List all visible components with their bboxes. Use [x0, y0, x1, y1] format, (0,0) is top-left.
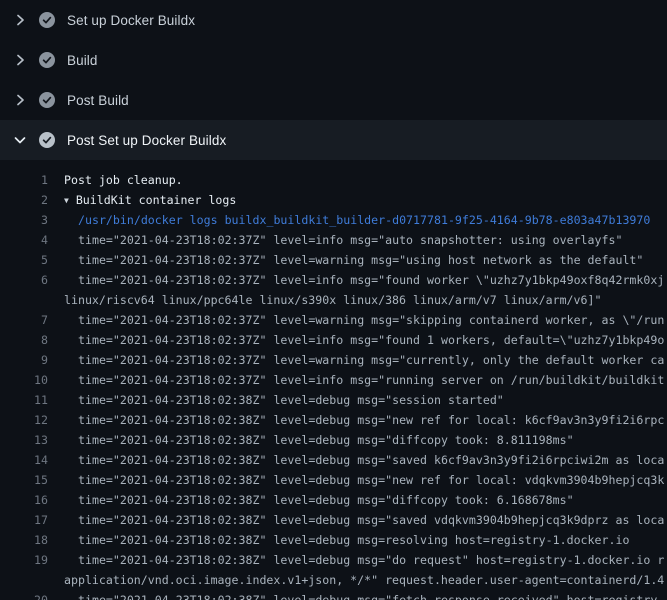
log-lines: 1Post job cleanup.2▼BuildKit container l…: [0, 160, 667, 600]
chevron-right-icon[interactable]: [12, 92, 28, 108]
log-line: 12time="2021-04-23T18:02:38Z" level=debu…: [0, 410, 667, 430]
line-number[interactable]: 15: [0, 470, 48, 490]
check-circle-icon: [39, 92, 55, 108]
line-number[interactable]: 10: [0, 370, 48, 390]
step-label: Post Build: [67, 93, 129, 108]
log-line: 11time="2021-04-23T18:02:38Z" level=debu…: [0, 390, 667, 410]
log-text: time="2021-04-23T18:02:38Z" level=debug …: [48, 410, 667, 430]
log-line: 3/usr/bin/docker logs buildx_buildkit_bu…: [0, 210, 667, 230]
chevron-down-icon[interactable]: [12, 132, 28, 148]
log-text: application/vnd.oci.image.index.v1+json,…: [48, 570, 667, 590]
log-line: 17time="2021-04-23T18:02:38Z" level=debu…: [0, 510, 667, 530]
log-line: 20time="2021-04-23T18:02:38Z" level=debu…: [0, 590, 667, 600]
step-row-post-build[interactable]: Post Build: [0, 80, 667, 120]
log-line: 8time="2021-04-23T18:02:37Z" level=info …: [0, 330, 667, 350]
line-number[interactable]: 13: [0, 430, 48, 450]
log-line: application/vnd.oci.image.index.v1+json,…: [0, 570, 667, 590]
log-line: 2▼BuildKit container logs: [0, 190, 667, 210]
log-text: ▼BuildKit container logs: [48, 190, 667, 210]
log-text: time="2021-04-23T18:02:38Z" level=debug …: [48, 550, 667, 570]
line-number[interactable]: 5: [0, 250, 48, 270]
log-text: time="2021-04-23T18:02:37Z" level=info m…: [48, 370, 667, 390]
log-text: time="2021-04-23T18:02:37Z" level=info m…: [48, 230, 667, 250]
log-text: time="2021-04-23T18:02:38Z" level=debug …: [48, 450, 667, 470]
log-line: 1Post job cleanup.: [0, 170, 667, 190]
log-text: time="2021-04-23T18:02:37Z" level=info m…: [48, 330, 667, 350]
log-line: 14time="2021-04-23T18:02:38Z" level=debu…: [0, 450, 667, 470]
step-label: Set up Docker Buildx: [67, 13, 195, 28]
log-text: linux/riscv64 linux/ppc64le linux/s390x …: [48, 290, 667, 310]
log-line: 9time="2021-04-23T18:02:37Z" level=warni…: [0, 350, 667, 370]
log-text: time="2021-04-23T18:02:37Z" level=warnin…: [48, 350, 667, 370]
line-number[interactable]: 6: [0, 270, 48, 290]
log-line: 16time="2021-04-23T18:02:38Z" level=debu…: [0, 490, 667, 510]
check-circle-icon: [39, 52, 55, 68]
check-circle-icon: [39, 132, 55, 148]
line-number[interactable]: 14: [0, 450, 48, 470]
line-number[interactable]: 20: [0, 590, 48, 600]
log-text: time="2021-04-23T18:02:37Z" level=warnin…: [48, 250, 667, 270]
command-text: /usr/bin/docker logs buildx_buildkit_bui…: [48, 210, 667, 230]
step-label: Post Set up Docker Buildx: [67, 133, 226, 148]
log-line: 18time="2021-04-23T18:02:38Z" level=debu…: [0, 530, 667, 550]
log-line: 13time="2021-04-23T18:02:38Z" level=debu…: [0, 430, 667, 450]
line-number[interactable]: 8: [0, 330, 48, 350]
log-text: time="2021-04-23T18:02:38Z" level=debug …: [48, 490, 667, 510]
log-text: time="2021-04-23T18:02:38Z" level=debug …: [48, 510, 667, 530]
chevron-right-icon[interactable]: [12, 52, 28, 68]
check-circle-icon: [39, 12, 55, 28]
line-number[interactable]: 19: [0, 550, 48, 570]
log-line: 5time="2021-04-23T18:02:37Z" level=warni…: [0, 250, 667, 270]
line-number[interactable]: 17: [0, 510, 48, 530]
step-row-post-set-up-docker-buildx[interactable]: Post Set up Docker Buildx: [0, 120, 667, 160]
line-number[interactable]: 4: [0, 230, 48, 250]
line-number[interactable]: 1: [0, 170, 48, 190]
workflow-log-viewer: Set up Docker Buildx Build Post Build: [0, 0, 667, 600]
line-number[interactable]: 7: [0, 310, 48, 330]
log-text: time="2021-04-23T18:02:38Z" level=debug …: [48, 470, 667, 490]
log-text: Post job cleanup.: [48, 170, 667, 190]
log-line: 4time="2021-04-23T18:02:37Z" level=info …: [0, 230, 667, 250]
log-line: linux/riscv64 linux/ppc64le linux/s390x …: [0, 290, 667, 310]
log-line: 7time="2021-04-23T18:02:37Z" level=warni…: [0, 310, 667, 330]
collapse-triangle-icon[interactable]: ▼: [64, 191, 69, 210]
chevron-right-icon[interactable]: [12, 12, 28, 28]
step-label: Build: [67, 53, 98, 68]
step-row-set-up-docker-buildx[interactable]: Set up Docker Buildx: [0, 0, 667, 40]
line-number[interactable]: 3: [0, 210, 48, 230]
log-text: time="2021-04-23T18:02:38Z" level=debug …: [48, 590, 667, 600]
log-text: time="2021-04-23T18:02:38Z" level=debug …: [48, 530, 667, 550]
log-line: 15time="2021-04-23T18:02:38Z" level=debu…: [0, 470, 667, 490]
log-line: 10time="2021-04-23T18:02:37Z" level=info…: [0, 370, 667, 390]
step-list: Set up Docker Buildx Build Post Build: [0, 0, 667, 160]
line-number[interactable]: 2: [0, 190, 48, 210]
line-number[interactable]: 11: [0, 390, 48, 410]
line-number[interactable]: 12: [0, 410, 48, 430]
log-text: time="2021-04-23T18:02:38Z" level=debug …: [48, 390, 667, 410]
step-row-build[interactable]: Build: [0, 40, 667, 80]
line-number[interactable]: 18: [0, 530, 48, 550]
log-line: 19time="2021-04-23T18:02:38Z" level=debu…: [0, 550, 667, 570]
line-number: [0, 290, 48, 310]
log-text: time="2021-04-23T18:02:37Z" level=info m…: [48, 270, 667, 290]
line-number[interactable]: 16: [0, 490, 48, 510]
line-number: [0, 570, 48, 590]
log-text: time="2021-04-23T18:02:37Z" level=warnin…: [48, 310, 667, 330]
log-text: time="2021-04-23T18:02:38Z" level=debug …: [48, 430, 667, 450]
line-number[interactable]: 9: [0, 350, 48, 370]
log-line: 6time="2021-04-23T18:02:37Z" level=info …: [0, 270, 667, 290]
